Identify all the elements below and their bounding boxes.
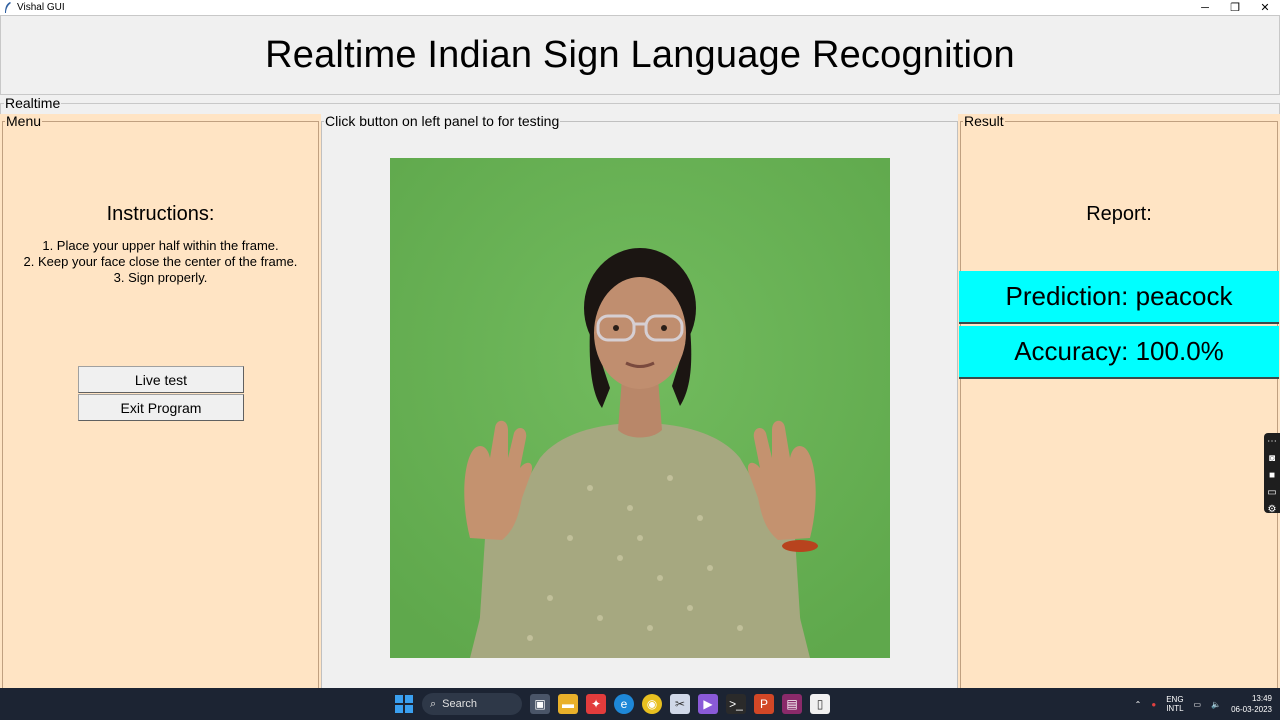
result-panel: Result Report: Prediction: peacock Accur… [958,114,1280,688]
minimize-button[interactable]: ─ [1190,0,1220,15]
window-icon[interactable]: ▭ [1267,487,1276,498]
restore-button[interactable]: ❐ [1220,0,1250,15]
close-button[interactable]: ✕ [1250,0,1280,15]
realtime-frame-label: Realtime [4,95,62,111]
person-signing-illustration [390,158,890,658]
instruction-item: 2. Keep your face close the center of th… [23,254,298,269]
lang-top: ENG [1166,695,1184,704]
instructions-list: 1. Place your upper half within the fram… [0,238,321,286]
system-tray: ⌃ ● ENG INTL ▭ 🔈 13:49 06-03-2023 [1135,688,1272,720]
instructions-title: Instructions: [106,203,215,225]
testing-panel: Click button on left panel to for testin… [321,114,958,688]
edge-browser-icon[interactable]: e [614,694,634,714]
windows-start-icon[interactable] [394,694,414,714]
file-explorer-icon[interactable]: ▬ [558,694,578,714]
camera-icon[interactable]: ◙ [1269,453,1275,464]
app-header: Realtime Indian Sign Language Recognitio… [0,15,1280,95]
chevron-up-icon[interactable]: ⌃ [1135,700,1142,709]
instruction-item: 1. Place your upper half within the fram… [42,238,279,253]
menu-panel: Menu Instructions: 1. Place your upper h… [0,114,321,688]
app-grid-icon[interactable]: ✦ [586,694,606,714]
terminal-icon[interactable]: >_ [726,694,746,714]
feather-icon [5,2,11,13]
testing-panel-label: Click button on left panel to for testin… [324,113,561,129]
speaker-muted-icon[interactable]: 🔈 [1211,700,1221,709]
accuracy-label: Accuracy: 100.0% [959,326,1279,379]
window-controls: ─ ❐ ✕ [1190,0,1280,15]
window-titlebar: Vishal GUI ─ ❐ ✕ [0,0,1280,15]
window-title: Vishal GUI [17,2,65,13]
media-app-icon[interactable]: ▶ [698,694,718,714]
result-panel-label: Result [963,113,1005,129]
page-title: Realtime Indian Sign Language Recognitio… [265,33,1015,76]
clock-date: 06-03-2023 [1231,705,1272,714]
clock[interactable]: 13:49 06-03-2023 [1231,693,1272,715]
prediction-label: Prediction: peacock [959,271,1279,324]
menu-panel-label: Menu [5,113,43,129]
live-test-button[interactable]: Live test [78,366,244,393]
taskbar-search[interactable]: ⌕ Search [422,693,522,715]
lang-bottom: INTL [1166,704,1184,713]
floating-capture-toolbar: ⋯ ◙ ■ ▭ ⚙ [1264,433,1280,515]
video-frame-image [390,158,890,658]
search-label: Search [442,698,478,710]
search-icon: ⌕ [430,697,437,710]
windows-taskbar: ⌕ Search ▣ ▬ ✦ e ◉ ✂ ▶ >_ P ▤ ▯ ⌃ ● ENG … [0,688,1280,720]
antivirus-icon[interactable]: ● [1151,700,1156,709]
instruction-item: 3. Sign properly. [113,270,208,285]
language-indicator[interactable]: ENG INTL [1166,695,1183,713]
gear-icon[interactable]: ⚙ [1268,504,1277,515]
display-icon[interactable]: ▭ [1194,700,1202,709]
snipping-tool-icon[interactable]: ✂ [670,694,690,714]
grip-icon[interactable]: ⋯ [1267,436,1277,447]
document-icon[interactable]: ▯ [810,694,830,714]
report-title: Report: [1086,203,1152,225]
powerpoint-icon[interactable]: P [754,694,774,714]
video-icon[interactable]: ■ [1269,470,1275,481]
taskbar-apps: ⌕ Search ▣ ▬ ✦ e ◉ ✂ ▶ >_ P ▤ ▯ [394,688,830,720]
exit-program-button[interactable]: Exit Program [78,394,244,421]
task-view-icon[interactable]: ▣ [530,694,550,714]
chrome-browser-icon[interactable]: ◉ [642,694,662,714]
archive-app-icon[interactable]: ▤ [782,694,802,714]
clock-time: 13:49 [1251,694,1272,703]
